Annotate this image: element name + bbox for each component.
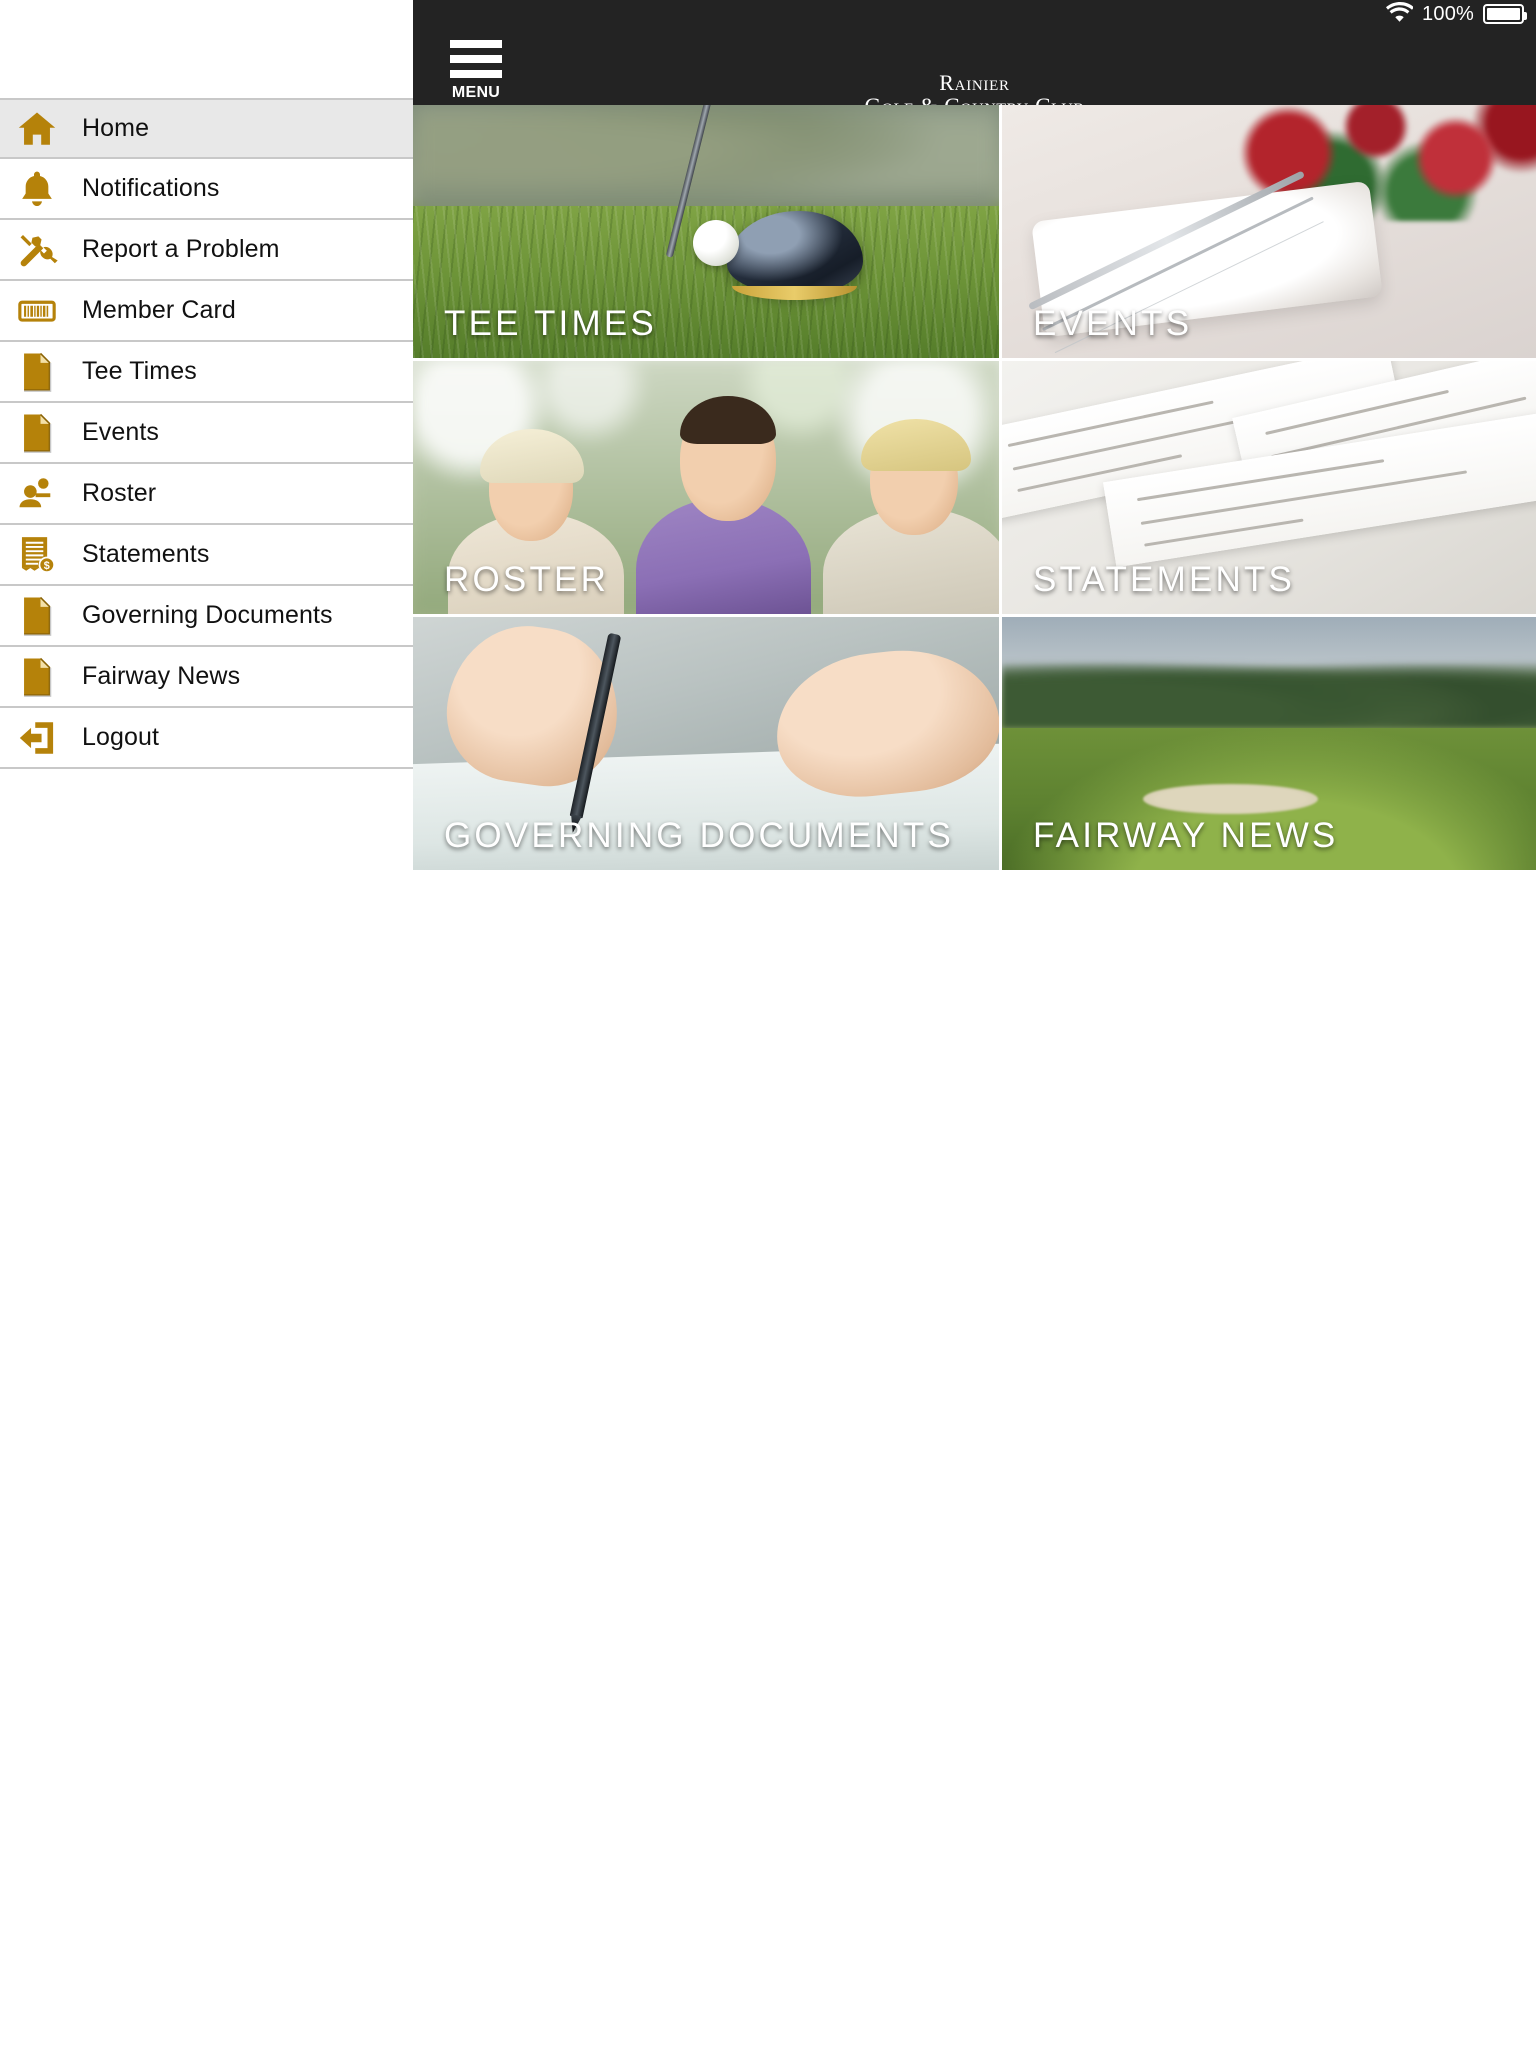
home-tile-grid: TEE TIMES EVENTS ROSTER STATEMENTS GOVER…	[413, 105, 1536, 873]
sidebar-item-label: Report a Problem	[82, 235, 280, 263]
sidebar-item-events[interactable]: Events	[0, 403, 413, 464]
tools-icon	[14, 227, 60, 273]
wifi-icon	[1386, 1, 1415, 27]
home-icon	[14, 106, 60, 152]
sidebar-item-label: Notifications	[82, 174, 220, 202]
sidebar-item-notifications[interactable]: Notifications	[0, 159, 413, 220]
sidebar-item-home[interactable]: Home	[0, 98, 413, 159]
sidebar-item-roster[interactable]: Roster	[0, 464, 413, 525]
tile-label-events: EVENTS	[1033, 304, 1193, 343]
empty-page-area	[413, 873, 1536, 2041]
document-icon	[14, 410, 60, 456]
sidebar-item-label: Statements	[82, 540, 210, 568]
battery-full-icon	[1483, 4, 1527, 24]
logout-arrow-icon	[14, 715, 60, 761]
sidebar-item-statements[interactable]: $ Statements	[0, 525, 413, 586]
tile-label-fairway-news: FAIRWAY NEWS	[1033, 816, 1339, 855]
invoice-dollar-icon: $	[14, 532, 60, 578]
sidebar-item-logout[interactable]: Logout	[0, 708, 413, 769]
sidebar-item-label: Roster	[82, 479, 157, 507]
document-icon	[14, 593, 60, 639]
drawer-top-spacer	[0, 0, 413, 98]
hamburger-bar-2	[450, 55, 502, 63]
navigation-list: Home Notifications Report a Problem Member …	[0, 98, 413, 769]
sidebar-item-tee-times[interactable]: Tee Times	[0, 342, 413, 403]
navigation-drawer: Home Notifications Report a Problem Member …	[0, 0, 413, 2048]
menu-button-label: MENU	[451, 84, 501, 101]
document-icon	[14, 654, 60, 700]
tile-roster[interactable]: ROSTER	[413, 361, 1002, 617]
sidebar-item-label: Member Card	[82, 296, 236, 324]
tile-label-governing-documents: GOVERNING DOCUMENTS	[444, 816, 954, 855]
sidebar-item-governing-documents[interactable]: Governing Documents	[0, 586, 413, 647]
sidebar-item-label: Fairway News	[82, 662, 241, 690]
main-content-panel: 100% MENU Rainier Golf & Country Club TE…	[413, 0, 1536, 2048]
battery-percent-label: 100%	[1422, 2, 1474, 25]
svg-text:$: $	[44, 560, 50, 572]
tile-label-tee-times: TEE TIMES	[444, 304, 657, 343]
sidebar-item-report-a-problem[interactable]: Report a Problem	[0, 220, 413, 281]
document-icon	[14, 349, 60, 395]
tile-statements[interactable]: STATEMENTS	[1002, 361, 1536, 617]
tile-events[interactable]: EVENTS	[1002, 105, 1536, 361]
tile-label-statements: STATEMENTS	[1033, 560, 1296, 599]
logo-line-1: Rainier	[939, 70, 1010, 95]
sidebar-item-label: Home	[82, 114, 150, 142]
barcode-card-icon	[14, 288, 60, 334]
sidebar-item-fairway-news[interactable]: Fairway News	[0, 647, 413, 708]
app-header: MENU Rainier Golf & Country Club	[413, 28, 1536, 118]
sidebar-item-member-card[interactable]: Member Card	[0, 281, 413, 342]
tile-tee-times[interactable]: TEE TIMES	[413, 105, 1002, 361]
status-bar: 100%	[413, 0, 1536, 28]
bell-icon	[14, 166, 60, 212]
tile-governing-documents[interactable]: GOVERNING DOCUMENTS	[413, 617, 1002, 873]
people-icon	[14, 471, 60, 517]
sidebar-item-label: Logout	[82, 723, 160, 751]
sidebar-item-label: Tee Times	[82, 357, 197, 385]
hamburger-menu-button[interactable]: MENU	[445, 40, 507, 102]
tile-fairway-news[interactable]: FAIRWAY NEWS	[1002, 617, 1536, 873]
tile-label-roster: ROSTER	[444, 560, 610, 599]
sidebar-item-label: Events	[82, 418, 160, 446]
hamburger-bar-1	[450, 40, 502, 48]
sidebar-item-label: Governing Documents	[82, 601, 333, 629]
hamburger-bar-3	[450, 70, 502, 78]
